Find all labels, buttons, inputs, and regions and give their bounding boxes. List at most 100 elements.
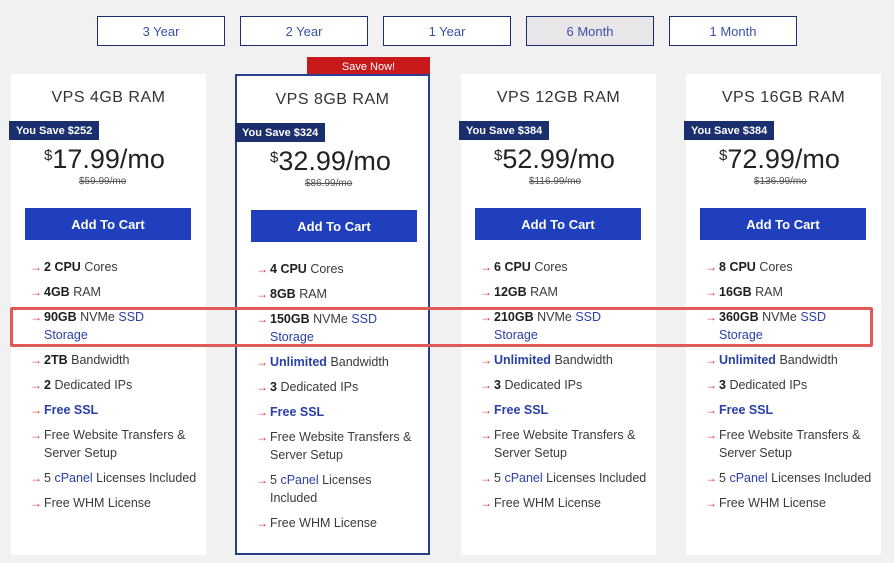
cpu-label: CPU (54, 260, 81, 274)
feature-bandwidth: → Unlimited Bandwidth (256, 353, 422, 371)
add-to-cart-button[interactable]: Add To Cart (25, 208, 191, 240)
free-ssl-link[interactable]: Free SSL (44, 403, 98, 417)
original-price: $116.99/mo (529, 176, 582, 187)
price-period: /mo (119, 144, 165, 174)
add-to-cart-button[interactable]: Add To Cart (475, 208, 641, 240)
currency-symbol: $ (270, 149, 279, 166)
cpanel-post: Licenses Included (546, 471, 647, 485)
currency-symbol: $ (44, 147, 53, 164)
arrow-right-icon: → (30, 285, 42, 299)
savings-badge: You Save $384 (459, 121, 550, 140)
ips-suffix: Dedicated IPs (504, 378, 583, 392)
arrow-right-icon: → (705, 378, 717, 392)
plan-title: VPS 12GB RAM (496, 89, 621, 106)
ram: 12GB (494, 285, 527, 299)
arrow-right-icon: → (30, 471, 42, 485)
feature-ssl: → Free SSL (480, 401, 650, 419)
price-amount: 32.99 (278, 146, 346, 176)
cpu: 2 (44, 260, 51, 274)
bandwidth: 2TB (44, 353, 68, 367)
cpu-suffix: Cores (84, 260, 118, 274)
storage-link[interactable]: Storage (719, 328, 763, 342)
ips: 2 (44, 378, 51, 392)
price-period: /mo (345, 146, 391, 176)
cpu-label: CPU (280, 262, 307, 276)
feature-whm: → Free WHM License (30, 494, 200, 512)
feature-dedicated-ips: → 3 Dedicated IPs (480, 376, 650, 394)
storage-link[interactable]: Storage (494, 328, 538, 342)
storage-link[interactable]: Storage (270, 330, 314, 344)
whm: Free WHM License (719, 496, 826, 510)
cpanel-link[interactable]: cPanel (280, 473, 318, 487)
feature-list: → 2 CPU Cores → 4GB RAM → 90GB NVMe SSD Stor… (30, 258, 200, 519)
ssd-link[interactable]: SSD (118, 310, 144, 324)
arrow-right-icon: → (480, 260, 492, 274)
feature-cpanel: → 5 cPanel Licenses Included (30, 469, 200, 487)
ram-suffix: RAM (299, 287, 327, 301)
tab-1-year[interactable]: 1 Year (383, 16, 511, 46)
feature-list: → 6 CPU Cores → 12GB RAM → 210GB NVMe SSD St… (480, 258, 650, 519)
plan-price: $17.99/mo (44, 144, 165, 175)
feature-ram: → 16GB RAM (705, 283, 875, 301)
bandwidth-suffix: Bandwidth (779, 353, 838, 367)
arrow-right-icon: → (256, 405, 268, 419)
plan-card-3: VPS 12GB RAM You Save $384 $52.99/mo $11… (459, 74, 656, 555)
tab-3-year[interactable]: 3 Year (97, 16, 225, 46)
currency-symbol: $ (719, 147, 728, 164)
whm: Free WHM License (494, 496, 601, 510)
tab-2-year[interactable]: 2 Year (240, 16, 368, 46)
ram-suffix: RAM (73, 285, 101, 299)
add-to-cart-button[interactable]: Add To Cart (251, 210, 417, 242)
cpanel-pre: 5 (44, 471, 51, 485)
plan-title: VPS 8GB RAM (275, 91, 390, 108)
cpu-label: CPU (504, 260, 531, 274)
arrow-right-icon: → (705, 403, 717, 417)
arrow-right-icon: → (480, 496, 492, 510)
storage: 360GB (719, 310, 759, 324)
arrow-right-icon: → (256, 473, 268, 487)
cpanel-link[interactable]: cPanel (504, 471, 542, 485)
storage: 90GB (44, 310, 77, 324)
feature-list: → 4 CPU Cores → 8GB RAM → 150GB NVMe SSD Sto… (256, 260, 422, 539)
feature-transfer: → Free Website Transfers & Server Setup (705, 426, 875, 462)
feature-transfer: → Free Website Transfers & Server Setup (480, 426, 650, 462)
feature-cpanel: → 5 cPanel Licenses Included (480, 469, 650, 487)
free-ssl-link[interactable]: Free SSL (494, 403, 548, 417)
ram-suffix: RAM (755, 285, 783, 299)
tab-1-month[interactable]: 1 Month (669, 16, 797, 46)
ssd-link[interactable]: SSD (575, 310, 601, 324)
ips-suffix: Dedicated IPs (280, 380, 359, 394)
feature-ssl: → Free SSL (30, 401, 200, 419)
cpanel-link[interactable]: cPanel (729, 471, 767, 485)
arrow-right-icon: → (30, 353, 42, 367)
storage-nvme: NVMe (80, 310, 115, 324)
feature-cpu: → 4 CPU Cores (256, 260, 422, 278)
cpanel-post: Licenses Included (771, 471, 872, 485)
transfer: Free Website Transfers & Server Setup (270, 430, 412, 462)
storage-link[interactable]: Storage (44, 328, 88, 342)
cpanel-link[interactable]: cPanel (54, 471, 92, 485)
tab-6-month[interactable]: 6 Month (526, 16, 654, 46)
cpu: 8 (719, 260, 726, 274)
free-ssl-link[interactable]: Free SSL (719, 403, 773, 417)
feature-storage: → 360GB NVMe SSD Storage (705, 308, 875, 344)
arrow-right-icon: → (705, 471, 717, 485)
feature-storage: → 210GB NVMe SSD Storage (480, 308, 650, 344)
bandwidth-suffix: Bandwidth (330, 355, 389, 369)
price-amount: 17.99 (52, 144, 120, 174)
transfer: Free Website Transfers & Server Setup (719, 428, 861, 460)
arrow-right-icon: → (30, 428, 42, 442)
plan-card-2-featured: VPS 8GB RAM You Save $324 $32.99/mo $86.… (235, 74, 430, 555)
savings-badge: You Save $252 (9, 121, 100, 140)
free-ssl-link[interactable]: Free SSL (270, 405, 324, 419)
cpanel-pre: 5 (494, 471, 501, 485)
transfer: Free Website Transfers & Server Setup (494, 428, 636, 460)
ssd-link[interactable]: SSD (351, 312, 377, 326)
add-to-cart-button[interactable]: Add To Cart (700, 208, 866, 240)
plan-price: $32.99/mo (270, 146, 391, 177)
feature-transfer: → Free Website Transfers & Server Setup (30, 426, 200, 462)
ssd-link[interactable]: SSD (800, 310, 826, 324)
feature-bandwidth: → Unlimited Bandwidth (480, 351, 650, 369)
cpanel-pre: 5 (719, 471, 726, 485)
arrow-right-icon: → (256, 516, 268, 530)
